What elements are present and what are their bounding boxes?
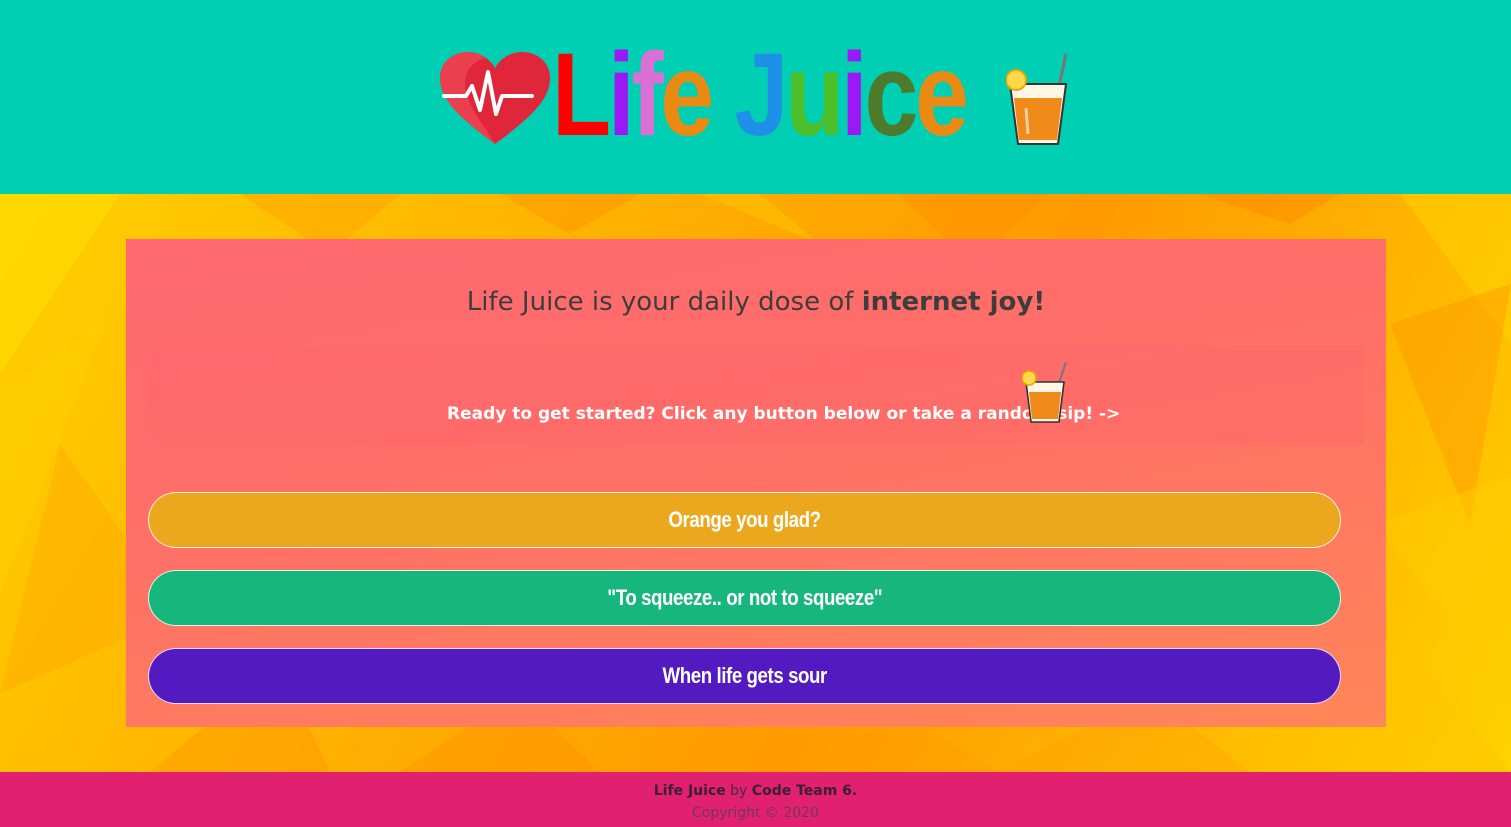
header: Life Juice <box>0 0 1511 194</box>
logo-letter: c <box>864 29 919 161</box>
when-life-gets-sour-label: When life gets sour <box>662 663 827 688</box>
to-squeeze-button[interactable]: "To squeeze.. or not to squeeze" <box>148 570 1341 626</box>
logo-letter: f <box>631 29 663 161</box>
random-sip-juice-icon[interactable] <box>1022 360 1070 424</box>
orange-you-glad-label: Orange you glad? <box>668 507 821 532</box>
logo-letter: u <box>785 29 844 161</box>
tagline: Life Juice is your daily dose of interne… <box>126 287 1386 317</box>
footer-copyright: Copyright © 2020 <box>692 805 819 821</box>
when-life-gets-sour-button[interactable]: When life gets sour <box>148 648 1341 704</box>
logo-letter: J <box>734 29 789 161</box>
logo-wordmark: Life Juice <box>552 29 969 161</box>
footer-by: by <box>725 783 752 799</box>
logo-letter: i <box>840 29 868 161</box>
tagline-emphasis: internet joy! <box>861 287 1046 317</box>
tagline-text: Life Juice is your daily dose of <box>466 287 862 317</box>
to-squeeze-label: "To squeeze.. or not to squeeze" <box>607 585 882 610</box>
logo-letter <box>711 36 735 154</box>
random-sip-panel: Ready to get started? Click any button b… <box>149 346 1364 445</box>
get-started-prompt: Ready to get started? Click any button b… <box>447 404 1121 424</box>
footer-credit: Life Juice by Code Team 6. <box>0 783 1511 799</box>
footer-team: Code Team 6. <box>751 783 858 799</box>
juice-glass-icon <box>1006 53 1068 145</box>
orange-you-glad-button[interactable]: Orange you glad? <box>148 492 1341 548</box>
logo-letter: i <box>607 29 635 161</box>
logo-letter: L <box>552 29 611 161</box>
footer: Life Juice by Code Team 6. Copyright © 2… <box>0 772 1511 827</box>
footer-brand: Life Juice <box>653 783 726 799</box>
logo-letter: e <box>660 29 714 161</box>
intro-card: Life Juice is your daily dose of interne… <box>126 239 1386 727</box>
site-logo[interactable]: Life Juice <box>440 36 1080 154</box>
heartbeat-heart-icon <box>440 52 550 144</box>
logo-letter: e <box>915 29 969 161</box>
